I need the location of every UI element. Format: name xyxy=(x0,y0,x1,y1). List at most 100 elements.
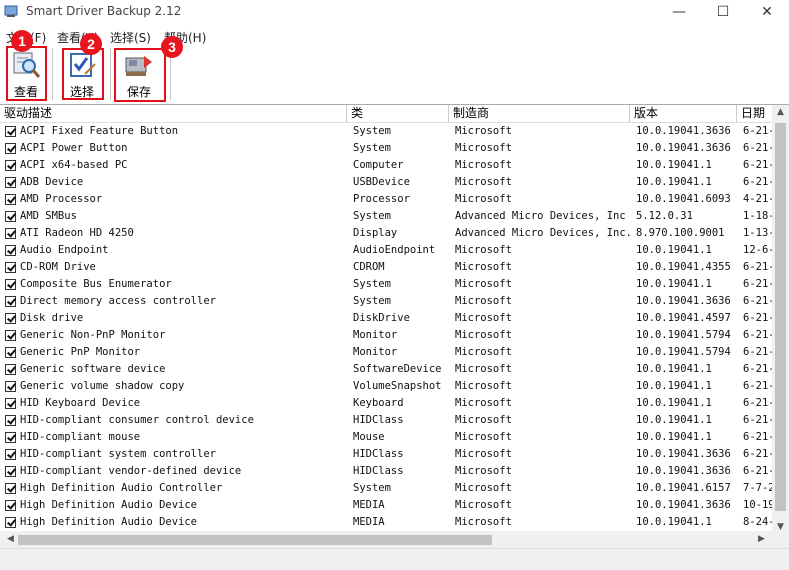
table-row[interactable]: HID-compliant system controller HIDClass M… xyxy=(0,446,772,463)
cell-version: 10.0.19041.1 xyxy=(636,380,712,392)
cell-description: High Definition Audio Device xyxy=(20,499,198,511)
table-row[interactable]: High Definition Audio Device MEDIA Microso… xyxy=(0,514,772,531)
menu-select[interactable]: 选择(S) xyxy=(110,29,151,46)
cell-description: High Definition Audio Device xyxy=(20,516,198,528)
maximize-button[interactable]: ☐ xyxy=(701,0,745,24)
row-checkbox[interactable] xyxy=(5,194,16,205)
cell-description: ACPI Power Button xyxy=(20,142,128,154)
cell-date: 6-21- xyxy=(743,278,772,290)
cell-manufacturer: Microsoft xyxy=(455,261,512,273)
cell-date: 6-21- xyxy=(743,414,772,426)
cell-date: 8-24- xyxy=(743,516,772,528)
table-row[interactable]: ATI Radeon HD 4250 Display Advanced Micro … xyxy=(0,225,772,242)
column-header-class[interactable]: 类 xyxy=(347,105,449,122)
table-row[interactable]: ACPI Fixed Feature Button System Microsoft… xyxy=(0,123,772,140)
row-checkbox[interactable] xyxy=(5,313,16,324)
cell-version: 10.0.19041.6093 xyxy=(636,193,731,205)
cell-date: 6-21- xyxy=(743,448,772,460)
scroll-up-icon[interactable]: ▲ xyxy=(772,107,789,117)
table-row[interactable]: Direct memory access controller System Mic… xyxy=(0,293,772,310)
row-checkbox[interactable] xyxy=(5,330,16,341)
close-button[interactable]: ✕ xyxy=(745,0,789,24)
cell-version: 10.0.19041.1 xyxy=(636,363,712,375)
table-row[interactable]: HID-compliant consumer control device HID… xyxy=(0,412,772,429)
table-row[interactable]: Generic Non-PnP Monitor Monitor Microsoft 1… xyxy=(0,327,772,344)
column-header-version[interactable]: 版本 xyxy=(630,105,737,122)
row-checkbox[interactable] xyxy=(5,466,16,477)
cell-version: 10.0.19041.4355 xyxy=(636,261,731,273)
table-row[interactable]: Audio Endpoint AudioEndpoint Microsoft 10.0… xyxy=(0,242,772,259)
row-checkbox[interactable] xyxy=(5,177,16,188)
horizontal-scrollbar[interactable]: ◀ ▶ xyxy=(0,531,772,548)
driver-list[interactable]: 驱动描述 类 制造商 版本 日期 ACPI Fixed Feature Butt… xyxy=(0,104,789,535)
cell-manufacturer: Microsoft xyxy=(455,329,512,341)
row-checkbox[interactable] xyxy=(5,279,16,290)
cell-description: CD-ROM Drive xyxy=(20,261,96,273)
vertical-scrollbar[interactable]: ▲ ▼ xyxy=(772,105,789,534)
table-row[interactable]: CD-ROM Drive CDROM Microsoft 10.0.19041.435… xyxy=(0,259,772,276)
cell-manufacturer: Microsoft xyxy=(455,159,512,171)
row-checkbox[interactable] xyxy=(5,296,16,307)
cell-class: HIDClass xyxy=(353,448,404,460)
minimize-button[interactable]: — xyxy=(657,0,701,24)
cell-manufacturer: Microsoft xyxy=(455,448,512,460)
cell-description: Audio Endpoint xyxy=(20,244,109,256)
row-checkbox[interactable] xyxy=(5,228,16,239)
table-row[interactable]: ACPI x64-based PC Computer Microsoft 10.0.1… xyxy=(0,157,772,174)
row-checkbox[interactable] xyxy=(5,500,16,511)
row-checkbox[interactable] xyxy=(5,449,16,460)
scroll-left-icon[interactable]: ◀ xyxy=(2,534,19,544)
cell-class: MEDIA xyxy=(353,516,385,528)
cell-description: HID-compliant mouse xyxy=(20,431,141,443)
highlight-box xyxy=(6,46,47,101)
cell-manufacturer: Microsoft xyxy=(455,312,512,324)
row-checkbox[interactable] xyxy=(5,398,16,409)
table-row[interactable]: ADB Device USBDevice Microsoft 10.0.19041.1… xyxy=(0,174,772,191)
step-badge: 3 xyxy=(161,36,183,58)
cell-manufacturer: Microsoft xyxy=(455,465,512,477)
table-row[interactable]: Generic PnP Monitor Monitor Microsoft 10.0.… xyxy=(0,344,772,361)
row-checkbox[interactable] xyxy=(5,262,16,273)
table-row[interactable]: HID Keyboard Device Keyboard Microsoft 10.0… xyxy=(0,395,772,412)
table-row[interactable]: HID-compliant mouse Mouse Microsoft 10.0.19… xyxy=(0,429,772,446)
column-header-manufacturer[interactable]: 制造商 xyxy=(449,105,630,122)
cell-class: Keyboard xyxy=(353,397,404,409)
table-row[interactable]: Composite Bus Enumerator System Microsoft 1… xyxy=(0,276,772,293)
scroll-right-icon[interactable]: ▶ xyxy=(753,534,770,544)
row-checkbox[interactable] xyxy=(5,364,16,375)
cell-class: Display xyxy=(353,227,398,239)
row-checkbox[interactable] xyxy=(5,211,16,222)
cell-class: System xyxy=(353,278,391,290)
table-row[interactable]: HID-compliant vendor-defined device HIDCl… xyxy=(0,463,772,480)
cell-date: 6-21- xyxy=(743,142,772,154)
row-checkbox[interactable] xyxy=(5,160,16,171)
cell-version: 10.0.19041.1 xyxy=(636,278,712,290)
row-checkbox[interactable] xyxy=(5,245,16,256)
cell-version: 10.0.19041.4597 xyxy=(636,312,731,324)
row-checkbox[interactable] xyxy=(5,432,16,443)
cell-class: DiskDrive xyxy=(353,312,410,324)
table-row[interactable]: AMD Processor Processor Microsoft 10.0.1904… xyxy=(0,191,772,208)
table-row[interactable]: ACPI Power Button System Microsoft 10.0.190… xyxy=(0,140,772,157)
row-checkbox[interactable] xyxy=(5,381,16,392)
column-header-description[interactable]: 驱动描述 xyxy=(0,105,347,122)
vertical-scroll-thumb[interactable] xyxy=(775,123,786,511)
cell-class: HIDClass xyxy=(353,414,404,426)
toolbar-separator xyxy=(110,48,111,100)
table-row[interactable]: AMD SMBus System Advanced Micro Devices, I… xyxy=(0,208,772,225)
cell-class: System xyxy=(353,210,391,222)
table-row[interactable]: Generic software device SoftwareDevice Mic… xyxy=(0,361,772,378)
row-checkbox[interactable] xyxy=(5,347,16,358)
table-row[interactable]: High Definition Audio Device MEDIA Microso… xyxy=(0,497,772,514)
cell-date: 6-21- xyxy=(743,329,772,341)
row-checkbox[interactable] xyxy=(5,415,16,426)
row-checkbox[interactable] xyxy=(5,517,16,528)
horizontal-scroll-thumb[interactable] xyxy=(18,535,492,545)
table-row[interactable]: Generic volume shadow copy VolumeSnapshot… xyxy=(0,378,772,395)
row-checkbox[interactable] xyxy=(5,143,16,154)
table-row[interactable]: High Definition Audio Controller System Mi… xyxy=(0,480,772,497)
row-checkbox[interactable] xyxy=(5,483,16,494)
table-row[interactable]: Disk drive DiskDrive Microsoft 10.0.19041.4… xyxy=(0,310,772,327)
row-checkbox[interactable] xyxy=(5,126,16,137)
cell-date: 6-21- xyxy=(743,312,772,324)
